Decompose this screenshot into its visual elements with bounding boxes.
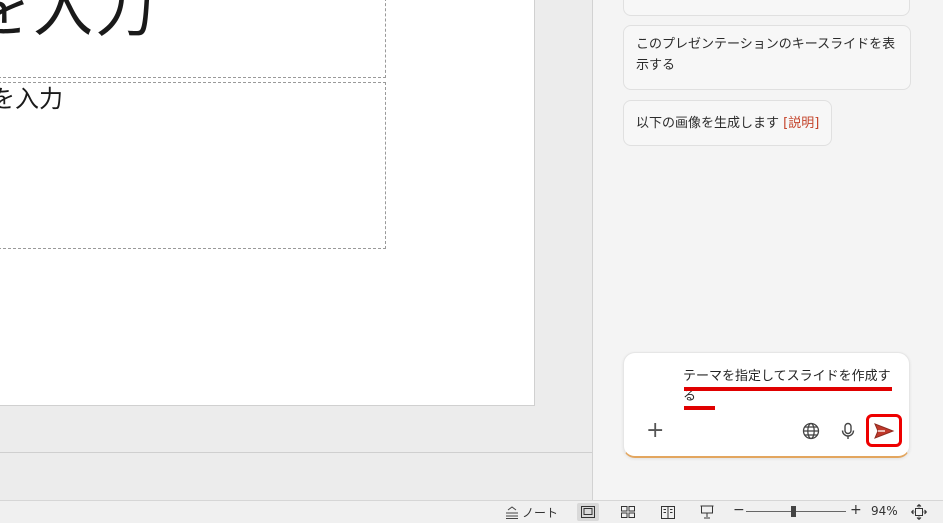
slide: を入力 を入力	[0, 0, 535, 406]
prompt-composer[interactable]: テーマを指定してスライドを作成する +	[623, 352, 910, 458]
fit-to-window-button[interactable]	[910, 503, 928, 521]
normal-view-button[interactable]	[577, 503, 599, 521]
suggestion-chip-label: このプレゼンテーションのキースライドを表示する	[636, 37, 896, 73]
notes-pane-divider[interactable]	[0, 452, 592, 453]
body-placeholder[interactable]: を入力	[0, 82, 386, 249]
fit-to-window-icon	[911, 504, 927, 520]
suggestion-chip-label: 以下の画像を生成します	[636, 116, 780, 131]
zoom-slider-thumb[interactable]	[791, 506, 796, 517]
plus-icon[interactable]: +	[646, 420, 664, 442]
explain-link[interactable]: [説明]	[783, 116, 819, 131]
highlight-underline	[684, 406, 715, 410]
globe-icon[interactable]	[801, 421, 821, 441]
notes-icon	[506, 506, 518, 519]
copilot-pane: このプレゼンテーションのキースライドを表示する 以下の画像を生成します [説明]…	[593, 0, 943, 500]
normal-view-icon	[581, 506, 595, 518]
reading-view-icon	[661, 505, 675, 519]
body-placeholder-text: を入力	[0, 85, 63, 113]
notes-label: ノート	[522, 505, 559, 520]
send-icon	[874, 422, 895, 439]
zoom-out-button[interactable]: −	[733, 502, 745, 518]
zoom-in-button[interactable]: +	[850, 502, 862, 518]
send-button[interactable]	[866, 414, 902, 447]
presentation-icon	[700, 505, 714, 519]
notes-button[interactable]: ノート	[505, 503, 558, 521]
zoom-level[interactable]: 94%	[871, 504, 898, 518]
suggestion-chip-previous[interactable]	[623, 0, 910, 16]
title-placeholder[interactable]: を入力	[0, 0, 386, 78]
slide-canvas-area: を入力 を入力	[0, 0, 592, 500]
title-placeholder-text: を入力	[0, 0, 157, 46]
slideshow-button[interactable]	[698, 503, 716, 521]
slide-sorter-icon	[621, 506, 635, 518]
reading-view-button[interactable]	[659, 503, 677, 521]
status-bar: ノート − + 94%	[0, 500, 943, 523]
suggestion-chip[interactable]: このプレゼンテーションのキースライドを表示する	[623, 25, 911, 90]
microphone-icon[interactable]	[838, 421, 858, 441]
suggestion-chip[interactable]: 以下の画像を生成します [説明]	[623, 100, 833, 146]
slide-sorter-button[interactable]	[619, 503, 637, 521]
highlight-underline	[684, 387, 892, 391]
zoom-slider-track[interactable]	[746, 511, 846, 512]
